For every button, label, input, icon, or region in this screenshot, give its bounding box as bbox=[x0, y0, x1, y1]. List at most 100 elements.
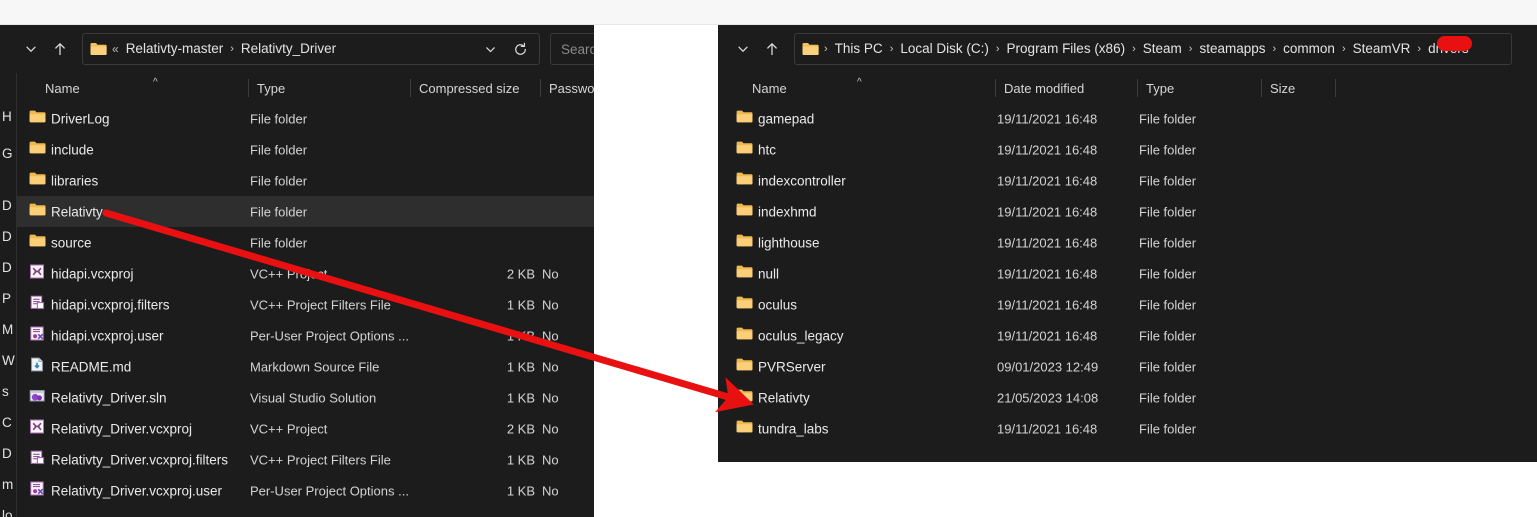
nav-pane-item[interactable]: lo bbox=[2, 508, 13, 517]
column-divider[interactable] bbox=[1335, 79, 1336, 97]
nav-pane-item[interactable]: D bbox=[2, 229, 12, 244]
column-header-name[interactable]: Name ^ bbox=[745, 73, 1000, 103]
table-row[interactable]: hidapi.vcxproj.filters VC++ Project Filte… bbox=[17, 289, 594, 320]
table-row[interactable]: DriverLog File folder bbox=[17, 103, 594, 134]
breadcrumb-overflow-icon[interactable]: « bbox=[109, 42, 122, 56]
row-icon bbox=[29, 450, 46, 470]
table-row[interactable]: libraries File folder bbox=[17, 165, 594, 196]
table-row[interactable]: oculus 19/11/2021 16:48 File folder bbox=[718, 289, 1537, 320]
right-navigation-bar: › This PC › Local Disk (C:) › Program Files (… bbox=[718, 25, 1537, 73]
nav-pane-item[interactable]: D bbox=[2, 260, 12, 275]
right-file-list[interactable]: gamepad 19/11/2021 16:48 File folder htc 19/… bbox=[718, 103, 1537, 444]
table-row[interactable]: Relativty File folder bbox=[17, 196, 594, 227]
table-row[interactable]: lighthouse 19/11/2021 16:48 File folder bbox=[718, 227, 1537, 258]
recent-locations-button[interactable] bbox=[730, 36, 756, 62]
table-row[interactable]: Relativty_Driver.vcxproj VC++ Project 2 KB… bbox=[17, 413, 594, 444]
nav-pane-item[interactable]: G bbox=[2, 146, 13, 161]
up-one-level-button[interactable] bbox=[47, 36, 73, 62]
password-flag: No bbox=[542, 328, 559, 343]
breadcrumb-item-steamapps[interactable]: steamapps bbox=[1195, 39, 1269, 59]
nav-pane-item[interactable]: P bbox=[2, 291, 11, 306]
column-divider[interactable] bbox=[995, 79, 996, 97]
date-modified: 19/11/2021 16:48 bbox=[997, 173, 1098, 188]
folder-icon bbox=[736, 234, 753, 246]
previous-locations-button[interactable] bbox=[475, 34, 505, 64]
table-row[interactable]: Relativty_Driver.sln Visual Studio Soluti… bbox=[17, 382, 594, 413]
column-divider[interactable] bbox=[1261, 79, 1262, 97]
column-divider[interactable] bbox=[1137, 79, 1138, 97]
nav-pane-item[interactable]: m bbox=[2, 477, 13, 492]
nav-pane-item[interactable]: M bbox=[2, 322, 13, 337]
table-row[interactable]: null 19/11/2021 16:48 File folder bbox=[718, 258, 1537, 289]
left-navigation-pane[interactable]: H G D D D P M W s C D m lo bbox=[0, 73, 17, 517]
nav-pane-item[interactable]: H bbox=[2, 109, 12, 124]
breadcrumb-item-relativty-driver[interactable]: Relativty_Driver bbox=[237, 39, 340, 59]
left-address-bar[interactable]: « Relativty-master › Relativty_Driver bbox=[82, 33, 540, 65]
row-icon bbox=[29, 140, 46, 160]
table-row[interactable]: gamepad 19/11/2021 16:48 File folder bbox=[718, 103, 1537, 134]
table-row[interactable]: oculus_legacy 19/11/2021 16:48 File folder bbox=[718, 320, 1537, 351]
right-address-bar[interactable]: › This PC › Local Disk (C:) › Program Files (… bbox=[794, 33, 1512, 65]
left-file-list[interactable]: DriverLog File folder include File folder li… bbox=[17, 103, 594, 506]
table-row[interactable]: hidapi.vcxproj VC++ Project 2 KB No bbox=[17, 258, 594, 289]
table-row[interactable]: include File folder bbox=[17, 134, 594, 165]
column-divider[interactable] bbox=[248, 79, 249, 97]
breadcrumb-item-program-files-x86[interactable]: Program Files (x86) bbox=[1003, 39, 1130, 59]
breadcrumb-item-local-disk-c[interactable]: Local Disk (C:) bbox=[896, 39, 993, 59]
up-one-level-button[interactable] bbox=[759, 36, 785, 62]
breadcrumb-separator-icon: › bbox=[230, 43, 234, 55]
nav-pane-item[interactable]: s bbox=[2, 384, 9, 399]
table-row[interactable]: Relativty_Driver.vcxproj.user Per-User Pr… bbox=[17, 475, 594, 506]
breadcrumb-item-steamvr[interactable]: SteamVR bbox=[1349, 39, 1415, 59]
table-row[interactable]: source File folder bbox=[17, 227, 594, 258]
left-breadcrumb[interactable]: « Relativty-master › Relativty_Driver bbox=[83, 39, 475, 59]
column-divider[interactable] bbox=[410, 79, 411, 97]
table-row[interactable]: README.md Markdown Source File 1 KB No bbox=[17, 351, 594, 382]
nav-pane-item[interactable]: D bbox=[2, 446, 12, 461]
file-type: File folder bbox=[1139, 359, 1197, 374]
column-header-label: Size bbox=[1270, 80, 1296, 96]
table-row[interactable]: indexcontroller 19/11/2021 16:48 File fold… bbox=[718, 165, 1537, 196]
breadcrumb-item-relativty-master[interactable]: Relativty-master bbox=[122, 39, 228, 59]
column-header-name[interactable]: Name ^ bbox=[38, 73, 248, 103]
date-modified: 19/11/2021 16:48 bbox=[997, 235, 1098, 250]
breadcrumb-item-common[interactable]: common bbox=[1279, 39, 1339, 59]
breadcrumb-item-steam[interactable]: Steam bbox=[1139, 39, 1186, 59]
right-breadcrumb[interactable]: › This PC › Local Disk (C:) › Program Files (… bbox=[795, 39, 1511, 59]
folder-icon bbox=[736, 296, 753, 308]
date-modified: 19/11/2021 16:48 bbox=[997, 111, 1098, 126]
date-modified: 19/11/2021 16:48 bbox=[997, 142, 1098, 157]
recent-locations-button[interactable] bbox=[18, 36, 44, 62]
file-name: Relativty_Driver.vcxproj bbox=[51, 421, 193, 436]
file-type: VC++ Project bbox=[250, 421, 328, 436]
file-type: File folder bbox=[1139, 266, 1197, 281]
left-search-box[interactable]: Search bbox=[550, 33, 594, 65]
table-row[interactable]: htc 19/11/2021 16:48 File folder bbox=[718, 134, 1537, 165]
file-type: File folder bbox=[1139, 111, 1197, 126]
nav-pane-item[interactable]: W bbox=[2, 353, 15, 368]
column-header-type[interactable]: Type bbox=[250, 73, 410, 103]
breadcrumb-item-this-pc[interactable]: This PC bbox=[831, 39, 887, 59]
compressed-size: 2 KB bbox=[506, 266, 535, 281]
column-header-compressed-size[interactable]: Compressed size bbox=[412, 73, 540, 103]
table-row[interactable]: Relativty 21/05/2023 14:08 File folder bbox=[718, 382, 1537, 413]
row-icon bbox=[29, 171, 46, 191]
breadcrumb-item-drivers[interactable]: drivers bbox=[1424, 39, 1473, 59]
date-modified: 19/11/2021 16:48 bbox=[997, 297, 1098, 312]
column-header-size[interactable]: Size bbox=[1263, 73, 1335, 103]
nav-pane-item[interactable]: C bbox=[2, 415, 12, 430]
table-row[interactable]: Relativty_Driver.vcxproj.filters VC++ Pro… bbox=[17, 444, 594, 475]
column-header-date-modified[interactable]: Date modified bbox=[997, 73, 1137, 103]
nav-pane-item[interactable]: D bbox=[2, 198, 12, 213]
vcxproj-icon bbox=[30, 419, 44, 433]
table-row[interactable]: indexhmd 19/11/2021 16:48 File folder bbox=[718, 196, 1537, 227]
column-divider[interactable] bbox=[540, 79, 541, 97]
table-row[interactable]: PVRServer 09/01/2023 12:49 File folder bbox=[718, 351, 1537, 382]
table-row[interactable]: hidapi.vcxproj.user Per-User Project Opti… bbox=[17, 320, 594, 351]
address-bar-actions bbox=[475, 34, 539, 64]
column-header-type[interactable]: Type bbox=[1139, 73, 1261, 103]
refresh-button[interactable] bbox=[505, 34, 535, 64]
table-row[interactable]: tundra_labs 19/11/2021 16:48 File folder bbox=[718, 413, 1537, 444]
file-name: README.md bbox=[51, 359, 132, 374]
column-header-password[interactable]: Password bbox=[542, 73, 594, 103]
